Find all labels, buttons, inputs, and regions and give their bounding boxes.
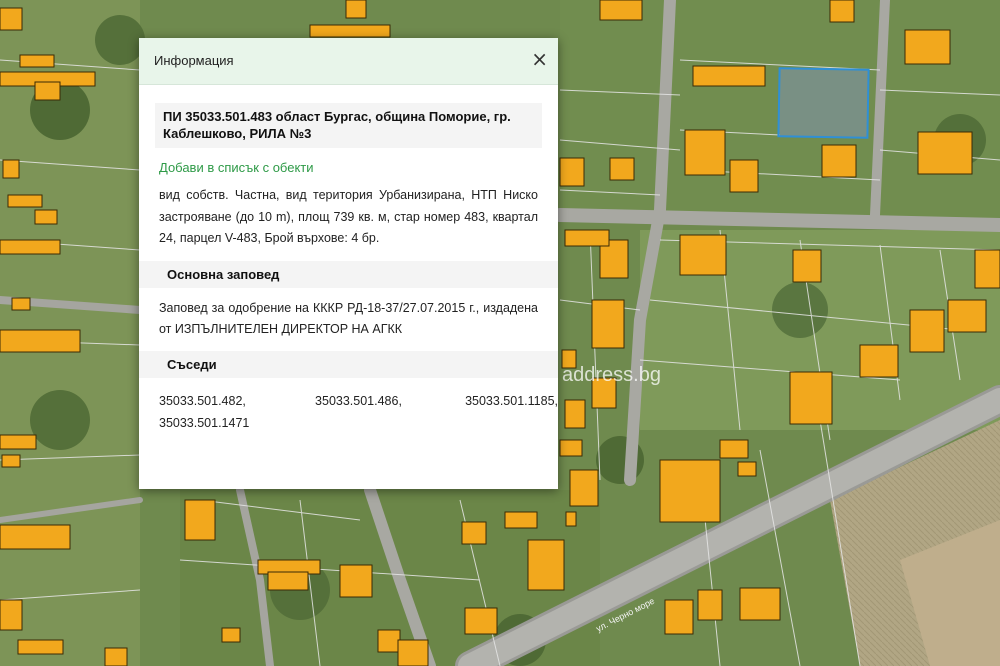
panel-body: ПИ 35033.501.483 област Бургас, община П… (139, 85, 558, 434)
parcel-title: ПИ 35033.501.483 област Бургас, община П… (155, 103, 542, 148)
neighbor-item: 35033.501.486, (315, 393, 402, 408)
neighbors-list: 35033.501.482, 35033.501.486, 35033.501.… (159, 390, 558, 434)
neighbors-heading: Съседи (139, 350, 558, 378)
add-to-list-link[interactable]: Добави в списък с обекти (159, 160, 538, 175)
info-panel: Информация × ПИ 35033.501.483 област Бур… (139, 38, 558, 489)
neighbor-item: 35033.501.482, (159, 393, 246, 408)
neighbor-item: 35033.501.1471 (159, 415, 250, 430)
parcel-description: вид собств. Частна, вид територия Урбани… (159, 188, 538, 245)
order-text: Заповед за одобрение на КККР РД-18-37/27… (159, 300, 538, 336)
close-icon[interactable]: × (531, 49, 548, 69)
neighbor-item: 35033.501.1185, (465, 393, 558, 408)
order-heading: Основна заповед (139, 260, 558, 288)
selected-parcel (777, 67, 870, 139)
panel-header: Информация × (139, 38, 558, 85)
panel-title: Информация (154, 53, 234, 68)
